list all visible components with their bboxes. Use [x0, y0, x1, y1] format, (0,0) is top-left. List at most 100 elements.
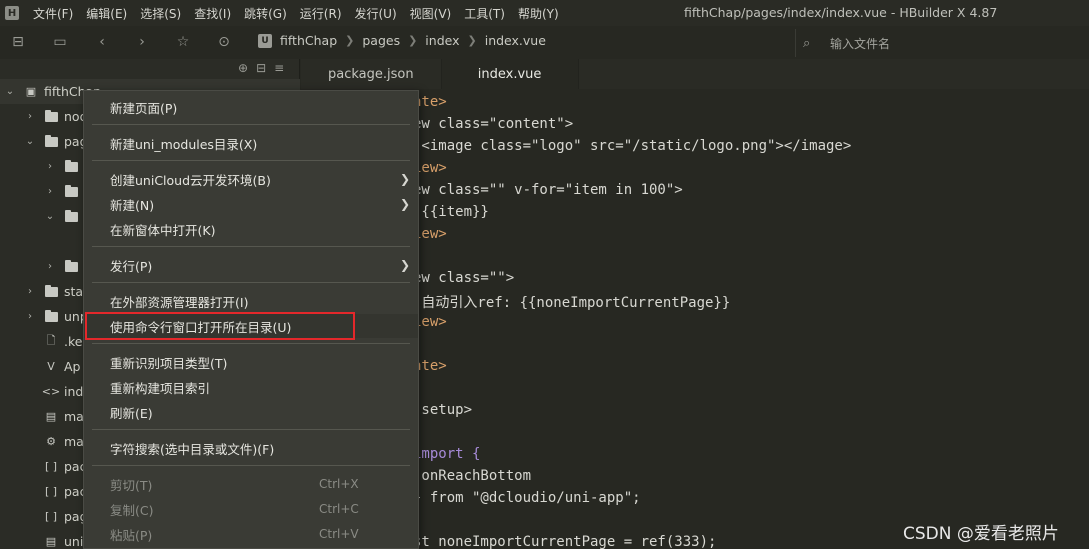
tree-item-pages-json[interactable]: [ ] pag: [24, 504, 88, 529]
ctx-open-new-window[interactable]: 在新窗体中打开(K): [84, 217, 418, 241]
tree-item-pages[interactable]: ⌄ pag: [24, 129, 88, 154]
ctx-new-uni-modules[interactable]: 新建uni_modules目录(X): [84, 131, 418, 155]
collapse-icon[interactable]: ⊟: [256, 61, 266, 75]
code-line: ew class="">: [413, 270, 515, 286]
chevron-right-icon: ›: [28, 311, 32, 322]
tree-item-label: .ke: [64, 334, 83, 349]
run-icon[interactable]: ⊙: [216, 34, 232, 50]
breadcrumb-index[interactable]: index: [425, 33, 459, 48]
breadcrumb-pages[interactable]: pages: [362, 33, 400, 48]
tree-item-folder[interactable]: ›: [44, 154, 84, 179]
json-file-icon: [ ]: [44, 485, 58, 498]
chevron-right-icon: ❯: [400, 172, 411, 186]
menu-divider: [92, 343, 410, 344]
menu-divider: [92, 429, 410, 430]
back-icon[interactable]: ‹: [94, 34, 110, 50]
breadcrumb-project[interactable]: fifthChap: [280, 33, 337, 48]
ctx-shortcut: Ctrl+X: [319, 477, 359, 491]
code-line: <image class="logo" src="/static/logo.pn…: [413, 138, 852, 154]
ctx-label: 新建(N): [110, 197, 155, 213]
tab-index-vue[interactable]: index.vue: [441, 59, 579, 89]
code-line: ew class="content">: [413, 116, 574, 132]
menu-find[interactable]: 查找(I): [194, 5, 231, 22]
menu-divider: [92, 246, 410, 247]
tree-item-label: ma: [64, 409, 84, 424]
menu-divider: [92, 160, 410, 161]
menu-edit[interactable]: 编辑(E): [86, 5, 127, 22]
menu-help[interactable]: 帮助(Y): [518, 5, 559, 22]
menu-publish[interactable]: 发行(U): [355, 5, 397, 22]
menu-goto[interactable]: 跳转(G): [244, 5, 287, 22]
ctx-open-in-explorer[interactable]: 在外部资源管理器打开(I): [84, 289, 418, 313]
tree-item-index-html[interactable]: <> ind: [24, 379, 84, 404]
ctx-new[interactable]: 新建(N) ❯: [84, 192, 418, 216]
chevron-right-icon: ❯: [467, 34, 477, 47]
tree-item-main-js[interactable]: ▤ ma: [24, 404, 84, 429]
code-editor[interactable]: ate> ew class="content"> <image class="l…: [301, 89, 1089, 549]
tree-item-static[interactable]: › sta: [24, 279, 83, 304]
scss-file-icon: ▤: [45, 535, 57, 548]
ctx-new-page[interactable]: 新建页面(P): [84, 95, 418, 119]
code-line: } from "@dcloudio/uni-app";: [413, 490, 641, 506]
folder-open-icon: [64, 209, 78, 223]
menu-run[interactable]: 运行(R): [300, 5, 342, 22]
file-search-input[interactable]: ⌕ 输入文件名: [795, 29, 1089, 57]
tree-item-app-vue[interactable]: V Ap: [24, 354, 81, 379]
tree-item-index-folder[interactable]: ⌄: [44, 204, 84, 229]
sidebar-tools: ⊕ ⊟ ≡: [238, 61, 284, 75]
ctx-rebuild-index[interactable]: 重新构建项目索引: [84, 375, 418, 399]
tree-item-folder[interactable]: ›: [44, 179, 84, 204]
tree-item-folder[interactable]: ›: [44, 254, 84, 279]
code-line: 自动引入ref: {{noneImportCurrentPage}}: [413, 295, 731, 311]
chevron-right-icon: ❯: [400, 258, 411, 272]
tree-item-unpackage[interactable]: › unp: [24, 304, 88, 329]
ctx-label: 复制(C): [110, 502, 154, 518]
ctx-paste[interactable]: 粘贴(P) Ctrl+V: [84, 522, 418, 546]
hbuilder-logo-icon: H: [5, 6, 19, 20]
menu-select[interactable]: 选择(S): [140, 5, 181, 22]
vue-file-icon: V: [47, 360, 55, 373]
ctx-shortcut: Ctrl+C: [319, 502, 359, 516]
menu-divider: [92, 282, 410, 283]
tree-item-package-lock[interactable]: [ ] pac: [24, 479, 87, 504]
ctx-label: 新建uni_modules目录(X): [110, 136, 258, 152]
tree-item-manifest-json[interactable]: ⚙ ma: [24, 429, 84, 454]
menu-view[interactable]: 视图(V): [410, 5, 452, 22]
ctx-publish[interactable]: 发行(P) ❯: [84, 253, 418, 277]
ctx-label: 在新窗体中打开(K): [110, 222, 216, 238]
tree-item-uni-scss[interactable]: ▤ uni: [24, 529, 84, 549]
new-file-icon[interactable]: ⊟: [10, 34, 26, 50]
tree-item-label: ma: [64, 434, 84, 449]
ctx-reidentify-project[interactable]: 重新识别项目类型(T): [84, 350, 418, 374]
menu-tools[interactable]: 工具(T): [464, 5, 505, 22]
forward-icon[interactable]: ›: [134, 34, 150, 50]
ctx-label: 在外部资源管理器打开(I): [110, 294, 249, 310]
menubar: H 文件(F) 编辑(E) 选择(S) 查找(I) 跳转(G) 运行(R) 发行…: [0, 0, 1089, 26]
save-icon[interactable]: ▭: [52, 34, 68, 50]
chevron-right-icon: ❯: [408, 34, 418, 47]
tab-package-json[interactable]: package.json: [301, 59, 442, 89]
code-line: onReachBottom: [413, 468, 532, 484]
ctx-cut[interactable]: 剪切(T) Ctrl+X: [84, 472, 418, 496]
breadcrumb-file[interactable]: index.vue: [485, 33, 546, 48]
ctx-shortcut: Ctrl+V: [319, 527, 359, 541]
chevron-right-icon: ›: [28, 286, 32, 297]
chevron-right-icon: ›: [48, 261, 52, 272]
tree-item-label: ind: [64, 384, 84, 399]
chevron-down-icon: ⌄: [25, 136, 35, 147]
chevron-right-icon: ›: [28, 111, 32, 122]
tree-item-node-modules[interactable]: › nod: [24, 104, 88, 129]
tree-item-package-json[interactable]: [ ] pac: [24, 454, 87, 479]
tree-item-label: Ap: [64, 359, 81, 374]
locate-icon[interactable]: ⊕: [238, 61, 248, 75]
menu-icon[interactable]: ≡: [274, 61, 284, 75]
file-icon: 🗋: [46, 334, 56, 347]
ctx-create-unicloud[interactable]: 创建uniCloud云开发环境(B) ❯: [84, 167, 418, 191]
menu-file[interactable]: 文件(F): [33, 5, 73, 22]
ctx-text-search[interactable]: 字符搜索(选中目录或文件)(F): [84, 436, 418, 460]
project-icon: U: [258, 33, 272, 48]
ctx-refresh[interactable]: 刷新(E): [84, 400, 418, 424]
star-icon[interactable]: ☆: [175, 34, 191, 50]
tree-item-keep-file[interactable]: 🗋 .ke: [24, 329, 83, 354]
ctx-copy[interactable]: 复制(C) Ctrl+C: [84, 497, 418, 521]
